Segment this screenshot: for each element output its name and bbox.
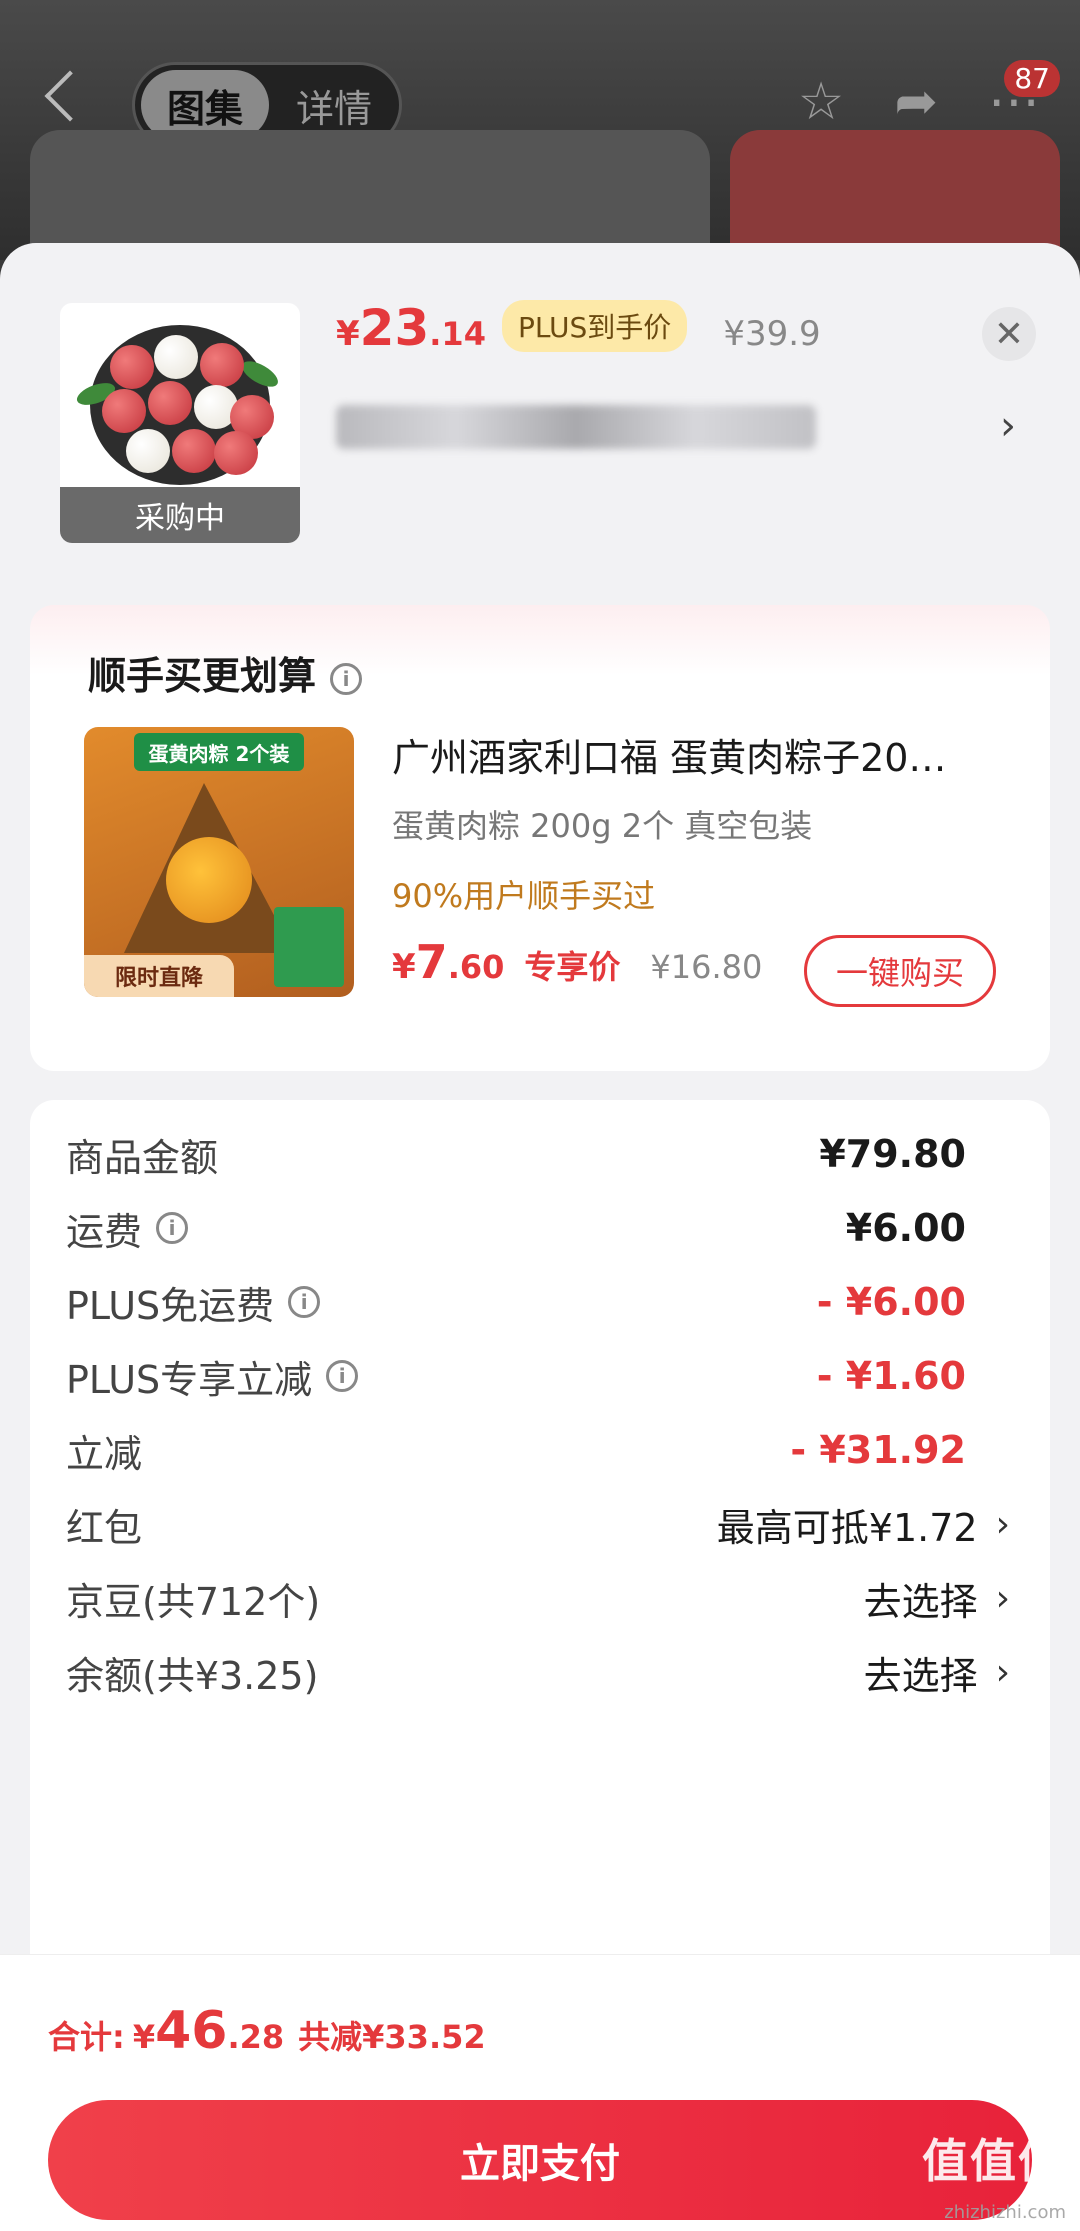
bundle-product-image[interactable]: 蛋黄肉粽 2个装 限时直降 [84,727,354,997]
fee-row-balance[interactable]: 余额(共¥3.25) 去选择 › [66,1642,1010,1702]
price-decimal: .14 [429,315,486,353]
order-summary-bar: 合计: ¥ 46 .28 共减¥33.52 [0,1954,1080,2092]
total-integer: 46 [155,2001,228,2061]
fee-value: - ¥1.60 [816,1354,966,1398]
bundle-price: ¥ 7 .60 专享价 ¥16.80 [392,935,762,989]
bundle-product-spec: 蛋黄肉粽 200g 2个 真空包装 [392,807,813,845]
watermark-logo: 值值值 [922,2134,1066,2188]
fee-row-jd-beans[interactable]: 京豆(共712个) 去选择 › [66,1568,1010,1628]
close-icon: ✕ [993,313,1025,355]
total-decimal: .28 [227,2018,285,2056]
image-banner: 蛋黄肉粽 2个装 [134,733,304,771]
bundle-header: 顺手买更划算 i [88,645,363,700]
currency-symbol: ¥ [392,947,416,987]
fee-label: 京豆(共712个) [66,1579,321,1624]
plus-price-tag: PLUS到手价 [501,300,688,352]
chevron-left-icon[interactable] [44,70,96,122]
bundle-offer-card: 顺手买更划算 i 蛋黄肉粽 2个装 限时直降 广州酒家利口福 蛋黄肉粽子20… 蛋… [30,605,1050,1071]
star-icon[interactable]: ☆ [798,72,845,132]
chevron-right-icon: › [995,1503,1010,1545]
fee-row-plus-free-shipping: PLUS免运费 i - ¥6.00 [66,1272,1010,1332]
one-click-buy-button[interactable]: 一键购买 [804,935,996,1007]
fee-label: 余额(共¥3.25) [66,1653,319,1698]
product-thumbnail[interactable]: 采购中 [60,303,300,543]
fee-label: 运费 i [66,1201,189,1256]
price-integer: 23 [359,299,430,357]
fee-row-plus-discount: PLUS专享立减 i - ¥1.60 [66,1346,1010,1406]
checkout-sheet: 采购中 ¥ 23 .14 PLUS到手价 ¥39.9 ✕ › 顺手买更划算 i 蛋… [0,243,1080,2231]
notification-badge: 87 [1004,60,1060,97]
fee-link[interactable]: 最高可抵¥1.72 › [717,1497,1010,1552]
fee-value: ¥6.00 [845,1206,966,1250]
exclusive-price-label: 专享价 [524,948,621,986]
fee-row-red-packet[interactable]: 红包 最高可抵¥1.72 › [66,1494,1010,1554]
chevron-right-icon: › [995,1651,1010,1693]
fee-label: PLUS免运费 i [66,1275,321,1330]
fee-value: ¥79.80 [819,1132,966,1176]
fee-label: PLUS专享立减 i [66,1349,359,1404]
fee-row-shipping: 运费 i ¥6.00 [66,1198,1010,1258]
pay-now-button[interactable]: 立即支付 [48,2100,1032,2220]
info-icon[interactable]: i [288,1286,321,1318]
fee-label: 商品金额 [66,1135,219,1180]
info-icon[interactable]: i [326,1360,359,1392]
total-saved: 共减¥33.52 [298,2018,486,2056]
product-title-blurred[interactable] [336,405,816,449]
chevron-right-icon[interactable]: › [1000,403,1016,449]
product-header: 采购中 ¥ 23 .14 PLUS到手价 ¥39.9 ✕ › [0,243,1080,583]
fee-row-instant-discount: 立减 - ¥31.92 [66,1420,1010,1480]
watermark-site: zhizhizhi.com [944,2202,1066,2223]
bundle-header-label: 顺手买更划算 [88,654,317,698]
product-price: ¥ 23 .14 PLUS到手价 ¥39.9 [336,299,821,360]
background-page: 图集 详情 ☆ ➦ ⋯ 87 [0,0,1080,330]
lychee-image [74,325,282,485]
fee-link[interactable]: 去选择 › [864,1571,1010,1626]
currency-symbol: ¥ [336,314,360,354]
tab-detail[interactable]: 详情 [269,78,399,133]
share-icon[interactable]: ➦ [894,72,938,132]
image-tag: 限时直降 [84,955,234,997]
fee-label: 立减 [66,1431,143,1476]
fee-row-subtotal: 商品金额 ¥79.80 [66,1124,1010,1184]
currency-symbol: ¥ [132,2018,156,2056]
fee-link[interactable]: 去选择 › [864,1645,1010,1700]
status-badge: 采购中 [60,487,300,543]
bundle-social-proof: 90%用户顺手买过 [392,877,656,915]
fee-value: - ¥6.00 [816,1280,966,1324]
info-icon[interactable]: i [330,662,363,695]
chevron-right-icon: › [995,1577,1010,1619]
total-label: 合计: [48,2018,125,2056]
fee-label: 红包 [66,1505,143,1550]
pay-area: 立即支付 值值值 zhizhizhi.com [0,2092,1080,2231]
info-icon[interactable]: i [156,1212,189,1244]
original-price: ¥39.9 [723,314,821,354]
fee-breakdown-card: 商品金额 ¥79.80 运费 i ¥6.00 PLUS免运费 i - ¥6.00 P… [30,1100,1050,2000]
price-decimal: .60 [447,948,505,986]
close-button[interactable]: ✕ [982,307,1036,361]
bundle-original-price: ¥16.80 [650,948,763,986]
price-integer: 7 [415,935,448,989]
fee-value: - ¥31.92 [790,1428,966,1472]
bundle-product-name[interactable]: 广州酒家利口福 蛋黄肉粽子20… [392,727,1012,782]
